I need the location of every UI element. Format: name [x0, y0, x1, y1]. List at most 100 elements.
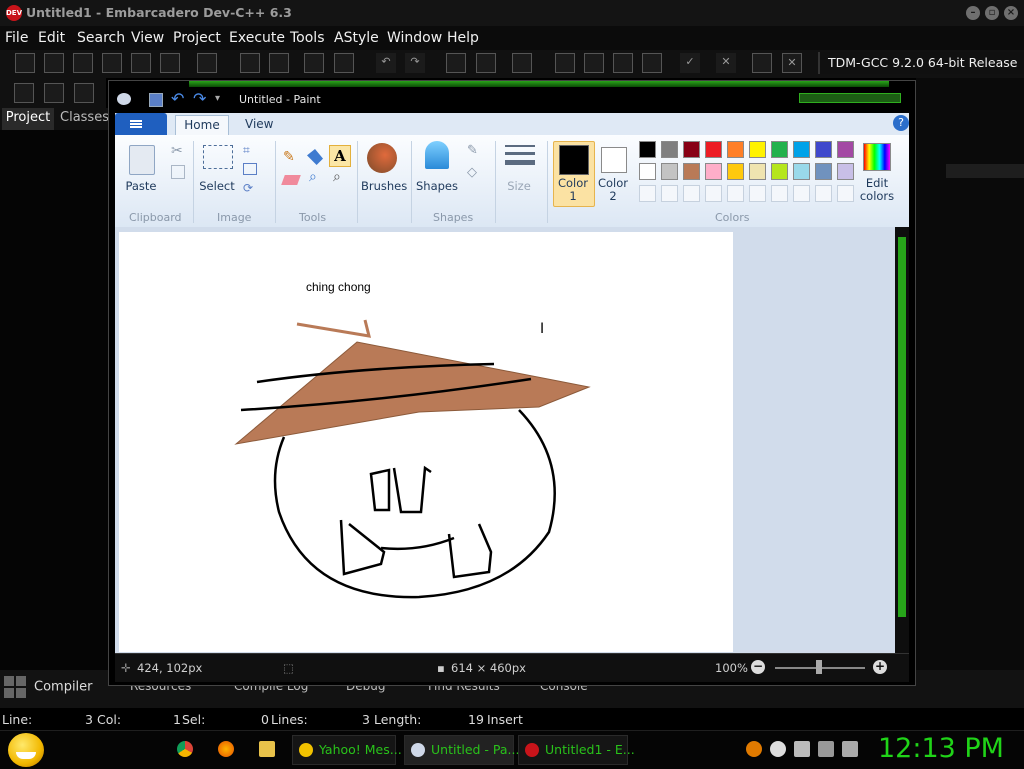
project-options-icon[interactable] — [512, 53, 532, 73]
taskbar-clock[interactable]: 12:13 PM — [878, 733, 1004, 764]
start-button[interactable] — [8, 733, 44, 767]
paste-clipboard-icon[interactable] — [129, 145, 155, 175]
resize-icon[interactable] — [243, 163, 257, 175]
palette-swatch[interactable] — [683, 141, 700, 158]
print-icon[interactable] — [197, 53, 217, 73]
run-icon[interactable] — [584, 53, 604, 73]
palette-empty-swatch[interactable] — [705, 185, 722, 202]
tab-home[interactable]: Home — [175, 115, 229, 136]
palette-swatch[interactable] — [815, 141, 832, 158]
select-button-label[interactable]: Select — [199, 179, 235, 193]
palette-swatch[interactable] — [683, 163, 700, 180]
indent-icon[interactable] — [304, 53, 324, 73]
palette-swatch[interactable] — [727, 141, 744, 158]
paint-file-menu-button[interactable] — [115, 113, 167, 135]
palette-empty-swatch[interactable] — [749, 185, 766, 202]
shapes-button-label[interactable]: Shapes — [415, 179, 459, 193]
palette-swatch[interactable] — [749, 141, 766, 158]
open-folder-icon[interactable] — [44, 53, 64, 73]
save-icon[interactable] — [73, 53, 93, 73]
canvas-vertical-scrollbar[interactable] — [895, 227, 909, 653]
check-syntax-icon[interactable]: ✓ — [680, 53, 700, 73]
scrollbar-thumb[interactable] — [898, 237, 906, 617]
palette-swatch[interactable] — [661, 163, 678, 180]
edit-colors-label[interactable]: Edit colors — [855, 177, 899, 203]
taskbar-item-paint[interactable]: Untitled - Pa... — [404, 735, 519, 765]
paste-button-label[interactable]: Paste — [123, 179, 159, 193]
chrome-icon[interactable] — [177, 741, 193, 757]
help-icon[interactable]: ? — [893, 115, 909, 131]
palette-swatch[interactable] — [639, 141, 656, 158]
palette-swatch[interactable] — [705, 163, 722, 180]
palette-swatch[interactable] — [793, 141, 810, 158]
palette-empty-swatch[interactable] — [771, 185, 788, 202]
messenger-status-icon[interactable] — [770, 741, 786, 757]
tab-classes[interactable]: Classes — [60, 110, 109, 125]
palette-empty-swatch[interactable] — [639, 185, 656, 202]
save-all-icon[interactable] — [102, 53, 122, 73]
brushes-icon[interactable] — [367, 143, 397, 173]
insert-icon[interactable] — [14, 83, 34, 103]
menu-file[interactable]: File — [5, 30, 28, 46]
remove-project-icon[interactable] — [476, 53, 496, 73]
menu-execute[interactable]: Execute — [229, 30, 285, 46]
drawing-canvas[interactable]: ching chong — [119, 232, 733, 652]
palette-empty-swatch[interactable] — [661, 185, 678, 202]
fill-icon[interactable]: ◇ — [467, 165, 477, 180]
palette-swatch[interactable] — [705, 141, 722, 158]
new-project-icon[interactable] — [446, 53, 466, 73]
palette-swatch[interactable] — [639, 163, 656, 180]
palette-swatch[interactable] — [749, 163, 766, 180]
compile-run-icon[interactable] — [613, 53, 633, 73]
palette-empty-swatch[interactable] — [727, 185, 744, 202]
quick-undo-icon[interactable]: ↶ — [171, 89, 184, 108]
replace-icon[interactable] — [269, 53, 289, 73]
palette-empty-swatch[interactable] — [837, 185, 854, 202]
tab-view[interactable]: View — [245, 117, 273, 131]
color2-label[interactable]: Color 2 — [595, 177, 631, 203]
eraser-icon[interactable] — [281, 175, 301, 185]
network-icon[interactable] — [818, 741, 834, 757]
close-all-icon[interactable] — [160, 53, 180, 73]
rebuild-icon[interactable] — [642, 53, 662, 73]
customize-toolbar-icon[interactable]: ▾ — [215, 93, 220, 104]
tab-compiler[interactable]: Compiler — [4, 676, 93, 698]
taskbar-item-yahoo-messenger[interactable]: Yahoo! Mes... — [292, 735, 402, 765]
outline-icon[interactable]: ✎ — [467, 143, 478, 158]
firefox-icon[interactable] — [218, 741, 234, 757]
shapes-icon[interactable] — [425, 141, 449, 169]
color2-swatch[interactable] — [601, 147, 627, 173]
minimize-button[interactable]: – — [966, 6, 980, 20]
zoom-in-button[interactable]: + — [873, 660, 887, 674]
undo-icon[interactable]: ↶ — [376, 53, 396, 73]
palette-swatch[interactable] — [793, 163, 810, 180]
quick-save-icon[interactable] — [149, 93, 163, 107]
unindent-icon[interactable] — [334, 53, 354, 73]
palette-empty-swatch[interactable] — [793, 185, 810, 202]
pencil-icon[interactable]: ✎ — [283, 149, 299, 165]
menu-view[interactable]: View — [131, 30, 164, 46]
rotate-icon[interactable]: ⟳ — [243, 181, 253, 195]
menu-help[interactable]: Help — [447, 30, 479, 46]
palette-swatch[interactable] — [837, 163, 854, 180]
cut-icon[interactable]: ✂ — [171, 143, 183, 159]
menu-search[interactable]: Search — [77, 30, 125, 46]
palette-swatch[interactable] — [771, 163, 788, 180]
copy-icon[interactable] — [171, 165, 185, 179]
find-icon[interactable] — [240, 53, 260, 73]
close-button[interactable]: × — [1004, 6, 1018, 20]
menu-window[interactable]: Window — [387, 30, 442, 46]
size-icon[interactable] — [505, 145, 535, 169]
size-button-label[interactable]: Size — [501, 179, 537, 193]
magnifier-icon[interactable]: ⌕ — [333, 169, 341, 185]
palette-swatch[interactable] — [771, 141, 788, 158]
crop-icon[interactable]: ⌗ — [243, 143, 250, 158]
menu-edit[interactable]: Edit — [38, 30, 65, 46]
palette-empty-swatch[interactable] — [683, 185, 700, 202]
palette-swatch[interactable] — [837, 141, 854, 158]
fill-bucket-icon[interactable] — [307, 149, 323, 165]
text-tool-icon[interactable]: A — [329, 145, 351, 167]
edit-colors-rainbow-icon[interactable] — [863, 143, 891, 171]
palette-swatch[interactable] — [727, 163, 744, 180]
palette-swatch[interactable] — [815, 163, 832, 180]
